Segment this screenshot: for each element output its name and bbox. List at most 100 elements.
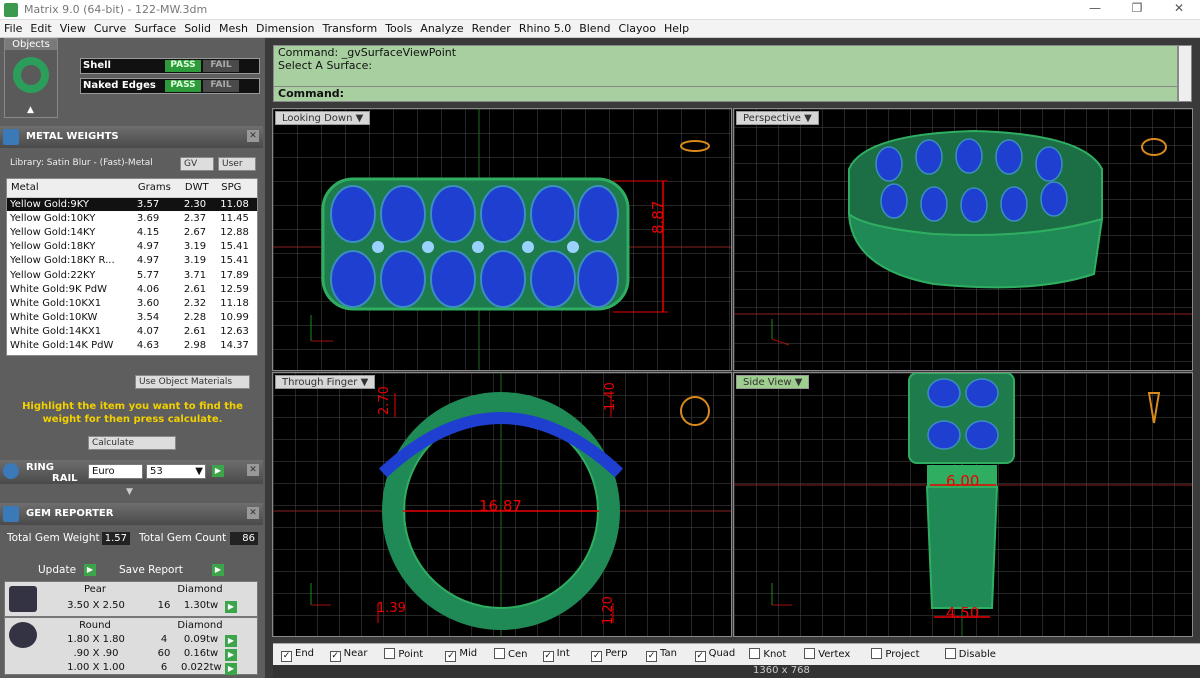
- osnap-quad[interactable]: ✓ Quad: [694, 648, 735, 662]
- metal-row[interactable]: Yellow Gold:14KY 4.15 2.67 12.88: [7, 225, 257, 239]
- menu-help[interactable]: Help: [660, 20, 693, 37]
- gem-select-button[interactable]: ▶: [225, 663, 237, 675]
- gem-select-button[interactable]: ▶: [225, 601, 237, 613]
- ring-size-select[interactable]: 53 ▼: [146, 464, 206, 479]
- metal-table[interactable]: Metal Grams DWT SPG Yellow Gold:9KY 3.57 2…: [6, 178, 258, 356]
- minimize-button[interactable]: —: [1080, 1, 1110, 19]
- col-grams[interactable]: Grams: [133, 179, 181, 198]
- osnap-vertex[interactable]: Vertex: [804, 648, 850, 660]
- gem-group-pear[interactable]: Pear Diamond 3.50 X 2.50 16 1.30tw ▶: [4, 581, 258, 617]
- checkbox-icon[interactable]: [804, 648, 816, 659]
- checkbox-icon[interactable]: ✓: [694, 651, 706, 662]
- menu-file[interactable]: File: [0, 20, 26, 37]
- viewport-label[interactable]: Perspective ▼: [736, 111, 819, 125]
- osnap-disable[interactable]: Disable: [944, 648, 996, 660]
- checkbox-icon[interactable]: [749, 648, 761, 659]
- menu-clayoo[interactable]: Clayoo: [615, 20, 660, 37]
- checkbox-icon[interactable]: [494, 648, 505, 659]
- osnap-int[interactable]: ✓ Int: [542, 648, 570, 662]
- gv-toggle[interactable]: GV: [180, 157, 214, 171]
- checkbox-icon[interactable]: [384, 648, 396, 659]
- osnap-near[interactable]: ✓ Near: [329, 648, 367, 662]
- command-input[interactable]: Command:: [273, 86, 1178, 102]
- metal-row[interactable]: White Gold:10KX1 3.60 2.32 11.18: [7, 296, 257, 310]
- update-button[interactable]: ▶: [84, 564, 96, 576]
- user-toggle[interactable]: User: [218, 157, 256, 171]
- shell-fail-badge[interactable]: FAIL: [203, 60, 239, 72]
- calculate-button[interactable]: Calculate: [88, 436, 176, 450]
- metal-row[interactable]: Yellow Gold:10KY 3.69 2.37 11.45: [7, 211, 257, 225]
- menu-blend[interactable]: Blend: [575, 20, 614, 37]
- col-dwt[interactable]: DWT: [180, 179, 218, 198]
- viewport-label[interactable]: Through Finger ▼: [275, 375, 376, 389]
- osnap-point[interactable]: Point: [384, 648, 423, 660]
- menu-curve[interactable]: Curve: [90, 20, 130, 37]
- metal-row[interactable]: White Gold:10KW 3.54 2.28 10.99: [7, 311, 257, 325]
- menu-analyze[interactable]: Analyze: [416, 20, 467, 37]
- metal-dwt: 3.71: [183, 269, 207, 281]
- checkbox-icon[interactable]: ✓: [281, 651, 292, 662]
- checkbox-icon[interactable]: ✓: [646, 651, 657, 662]
- viewport-perspective[interactable]: Perspective ▼: [733, 108, 1193, 371]
- menu-solid[interactable]: Solid: [180, 20, 215, 37]
- shell-pass-badge[interactable]: PASS: [165, 60, 201, 72]
- menu-transform[interactable]: Transform: [318, 20, 381, 37]
- close-metal-weights-icon[interactable]: ✕: [247, 130, 259, 142]
- osnap-mid[interactable]: ✓ Mid: [445, 648, 477, 662]
- close-button[interactable]: ✕: [1164, 1, 1194, 19]
- menu-mesh[interactable]: Mesh: [215, 20, 252, 37]
- osnap-cen[interactable]: Cen: [494, 648, 527, 660]
- checkbox-icon[interactable]: [871, 648, 883, 659]
- close-ring-rail-icon[interactable]: ✕: [247, 464, 259, 476]
- metal-row[interactable]: White Gold:9K PdW 4.06 2.61 12.59: [7, 282, 257, 296]
- checkbox-icon[interactable]: ✓: [542, 651, 554, 662]
- save-report-button[interactable]: ▶: [212, 564, 224, 576]
- gem-select-button[interactable]: ▶: [225, 635, 237, 647]
- checkbox-icon[interactable]: ✓: [591, 651, 603, 662]
- close-gem-reporter-icon[interactable]: ✕: [247, 507, 259, 519]
- metal-weights-header: METAL WEIGHTS ✕: [0, 126, 263, 148]
- gem-select-button[interactable]: ▶: [225, 649, 237, 661]
- viewport-through-finger[interactable]: Through Finger ▼ 16.87 2.70 1.40 1.39 1.…: [272, 372, 732, 637]
- scale-icon: [3, 129, 19, 145]
- osnap-project[interactable]: Project: [871, 648, 920, 660]
- command-scrollbar[interactable]: [1178, 45, 1192, 102]
- osnap-tan[interactable]: ✓ Tan: [646, 648, 677, 662]
- expand-arrow-icon[interactable]: ▲: [27, 105, 34, 115]
- menu-tools[interactable]: Tools: [381, 20, 416, 37]
- metal-row[interactable]: Yellow Gold:18KY R... 4.97 3.19 15.41: [7, 254, 257, 268]
- viewport-label[interactable]: Side View ▼: [736, 375, 810, 389]
- maximize-button[interactable]: ❐: [1122, 1, 1152, 19]
- checkbox-icon[interactable]: [944, 648, 956, 659]
- metal-row[interactable]: White Gold:14K PdW 4.63 2.98 14.37: [7, 339, 257, 353]
- metal-row[interactable]: Yellow Gold:18KY 4.97 3.19 15.41: [7, 240, 257, 254]
- menu-rhino[interactable]: Rhino 5.0: [515, 20, 575, 37]
- osnap-end[interactable]: ✓ End: [281, 648, 314, 662]
- metal-name: Yellow Gold:18KY R...: [10, 255, 115, 267]
- col-spg[interactable]: SPG: [217, 179, 257, 198]
- use-object-materials-button[interactable]: Use Object Materials: [135, 375, 250, 389]
- metal-row[interactable]: White Gold:14KX1 4.07 2.61 12.63: [7, 325, 257, 339]
- metal-row[interactable]: Yellow Gold:9KY 3.57 2.30 11.08: [7, 197, 257, 212]
- menu-render[interactable]: Render: [468, 20, 515, 37]
- ring-standard-select[interactable]: Euro: [88, 464, 143, 479]
- metal-row[interactable]: Yellow Gold:22KY 5.77 3.71 17.89: [7, 268, 257, 282]
- naked-edges-pass-badge[interactable]: PASS: [165, 80, 201, 92]
- menu-edit[interactable]: Edit: [26, 20, 55, 37]
- viewport-side-view[interactable]: Side View ▼ 6.00 4.50: [733, 372, 1193, 637]
- ring-size-apply-button[interactable]: ▶: [212, 465, 224, 477]
- objects-thumbnail[interactable]: Objects ▲: [4, 38, 58, 118]
- viewport-label[interactable]: Looking Down ▼: [275, 111, 371, 125]
- osnap-knot[interactable]: Knot: [749, 648, 786, 660]
- checkbox-icon[interactable]: ✓: [329, 651, 341, 662]
- menu-surface[interactable]: Surface: [130, 20, 180, 37]
- gem-group-round[interactable]: Round Diamond 1.80 X 1.80 4 0.09tw ▶ .90…: [4, 617, 258, 675]
- collapse-icon[interactable]: ▼: [126, 487, 133, 497]
- checkbox-icon[interactable]: ✓: [445, 651, 457, 662]
- viewport-looking-down[interactable]: Looking Down ▼ 8.87: [272, 108, 732, 371]
- naked-edges-fail-badge[interactable]: FAIL: [203, 80, 239, 92]
- col-metal[interactable]: Metal: [7, 179, 134, 198]
- osnap-perp[interactable]: ✓ Perp: [591, 648, 627, 662]
- menu-view[interactable]: View: [56, 20, 90, 37]
- menu-dimension[interactable]: Dimension: [252, 20, 318, 37]
